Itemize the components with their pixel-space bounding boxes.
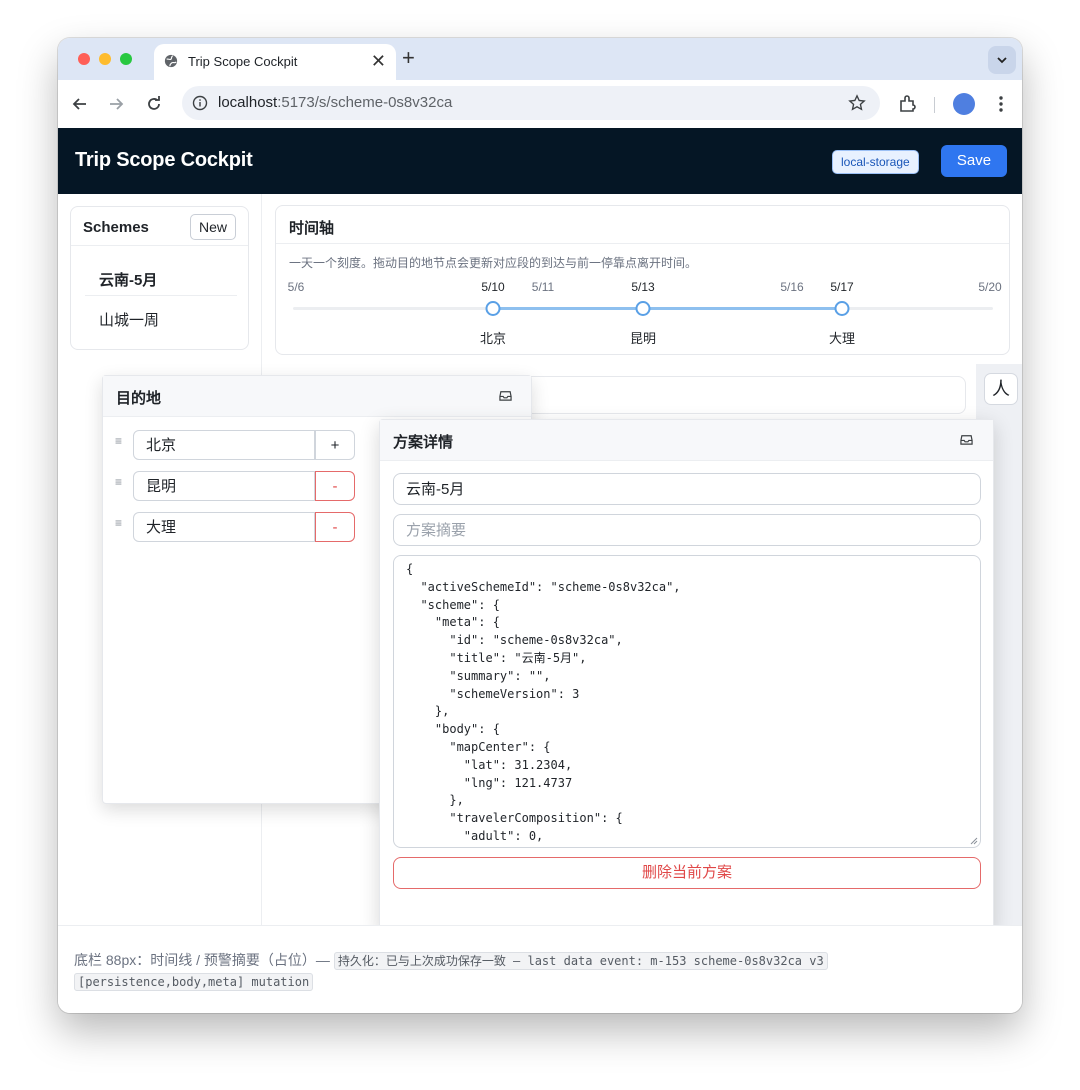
scheme-details-header[interactable]: 方案详情: [380, 420, 993, 461]
scheme-details-panel: 方案详情 云南-5月 方案摘要 { "activeSchemeId": "sch…: [379, 419, 994, 931]
inbox-icon[interactable]: [960, 433, 973, 446]
timeline-node-beijing[interactable]: [485, 301, 501, 316]
timeline-title: 时间轴: [289, 220, 335, 237]
scheme-item-shancheng[interactable]: 山城一周: [99, 309, 159, 330]
reload-icon[interactable]: [144, 94, 164, 114]
timeline-active-segment: [493, 307, 842, 310]
scheme-name-input[interactable]: 云南-5月: [393, 473, 981, 505]
timeline-card: 时间轴 一天一个刻度。拖动目的地节点会更新对应段的到达与前一停靠点离开时间。 5…: [275, 205, 1010, 355]
timeline-city-label: 北京: [479, 331, 507, 346]
chevron-down-icon: [997, 57, 1007, 64]
site-info-icon[interactable]: [192, 95, 208, 111]
tab-search-button[interactable]: [988, 46, 1016, 74]
destination-input[interactable]: 大理: [133, 512, 315, 542]
extensions-icon[interactable]: [898, 94, 918, 114]
inbox-icon[interactable]: [499, 389, 512, 402]
more-menu-icon[interactable]: [991, 94, 1011, 114]
scheme-details-title: 方案详情: [393, 434, 454, 451]
bookmark-star-icon[interactable]: [848, 94, 866, 112]
footer-bar: 底栏 88px：时间线 / 预警摘要（占位）— 持久化：已与上次成功保存一致 —…: [58, 925, 1022, 1013]
footer-label: 底栏 88px：时间线 / 预警摘要（占位）—: [74, 952, 330, 968]
app-content: Schemes New 云南-5月 山城一周 时间轴 一天一个刻度。拖动目的地节…: [58, 194, 1022, 931]
schemes-title: Schemes: [83, 219, 149, 236]
tab-title: Trip Scope Cockpit: [188, 54, 298, 69]
profile-avatar[interactable]: [953, 93, 975, 115]
scheme-json-editor[interactable]: { "activeSchemeId": "scheme-0s8v32ca", "…: [393, 555, 981, 848]
scheme-item-yunnan[interactable]: 云南-5月: [99, 269, 157, 290]
scheme-item-divider: [85, 295, 237, 296]
forward-arrow-icon[interactable]: [106, 94, 126, 114]
drag-handle-icon[interactable]: ≡: [115, 475, 122, 489]
schemes-card: Schemes New 云南-5月 山城一周: [70, 206, 249, 350]
timeline-tick: 5/11: [531, 280, 555, 294]
address-bar[interactable]: localhost:5173/s/scheme-0s8v32ca: [182, 86, 880, 120]
add-destination-button[interactable]: +: [315, 430, 355, 460]
new-tab-button[interactable]: +: [402, 47, 415, 69]
timeline-tick: 5/6: [287, 280, 305, 294]
timeline-tick: 5/13: [631, 280, 655, 294]
tab-strip: Trip Scope Cockpit ✕ +: [58, 38, 1022, 80]
timeline-city-label: 昆明: [629, 331, 657, 346]
scheme-summary-input[interactable]: 方案摘要: [393, 514, 981, 546]
destination-input[interactable]: 北京: [133, 430, 315, 460]
traveler-button[interactable]: 人: [984, 373, 1018, 405]
globe-icon: [164, 54, 178, 68]
back-arrow-icon[interactable]: [70, 94, 90, 114]
minimize-window-button[interactable]: [99, 53, 111, 65]
save-button[interactable]: Save: [941, 145, 1007, 177]
url-text: localhost:5173/s/scheme-0s8v32ca: [218, 94, 453, 111]
close-window-button[interactable]: [78, 53, 90, 65]
remove-destination-button[interactable]: -: [315, 512, 355, 542]
app-title: Trip Scope Cockpit: [75, 149, 253, 171]
timeline-tick: 5/10: [481, 280, 505, 294]
zoom-window-button[interactable]: [120, 53, 132, 65]
resize-grip-icon[interactable]: [970, 837, 978, 845]
footer-event-line: [persistence,body,meta] mutation: [74, 973, 314, 991]
schemes-divider: [71, 245, 248, 246]
remove-destination-button[interactable]: -: [315, 471, 355, 501]
timeline-divider: [276, 243, 1009, 244]
timeline-hint: 一天一个刻度。拖动目的地节点会更新对应段的到达与前一停靠点离开时间。: [289, 256, 698, 270]
timeline-tick: 5/20: [978, 280, 1002, 294]
destinations-panel-header[interactable]: 目的地: [103, 376, 531, 417]
app-header: Trip Scope Cockpit local-storage Save: [58, 128, 1022, 194]
scheme-json-text: { "activeSchemeId": "scheme-0s8v32ca", "…: [406, 562, 681, 847]
destination-input[interactable]: 昆明: [133, 471, 315, 501]
timeline-node-dali[interactable]: [834, 301, 850, 316]
event-tags-chip: [persistence,body,meta] mutation: [74, 973, 314, 991]
toolbar-divider: [934, 97, 935, 113]
timeline-tick: 5/17: [830, 280, 854, 294]
browser-toolbar: localhost:5173/s/scheme-0s8v32ca: [58, 80, 1022, 129]
drag-handle-icon[interactable]: ≡: [115, 434, 122, 448]
timeline-node-kunming[interactable]: [635, 301, 651, 316]
browser-window: Trip Scope Cockpit ✕ + localhost:5173/s/…: [58, 38, 1022, 1013]
close-icon[interactable]: ✕: [371, 50, 386, 72]
timeline-tick: 5/16: [780, 280, 804, 294]
new-scheme-button[interactable]: New: [190, 214, 236, 240]
delete-scheme-button[interactable]: 删除当前方案: [393, 857, 981, 889]
destinations-title: 目的地: [116, 390, 162, 407]
storage-badge: local-storage: [832, 150, 919, 174]
timeline-city-label: 大理: [828, 331, 856, 346]
persistence-status-chip: 持久化：已与上次成功保存一致 — last data event: m-153 …: [333, 952, 828, 970]
footer-status-line: 底栏 88px：时间线 / 预警摘要（占位）— 持久化：已与上次成功保存一致 —…: [74, 950, 828, 970]
drag-handle-icon[interactable]: ≡: [115, 516, 122, 530]
browser-tab[interactable]: Trip Scope Cockpit ✕: [154, 44, 396, 80]
